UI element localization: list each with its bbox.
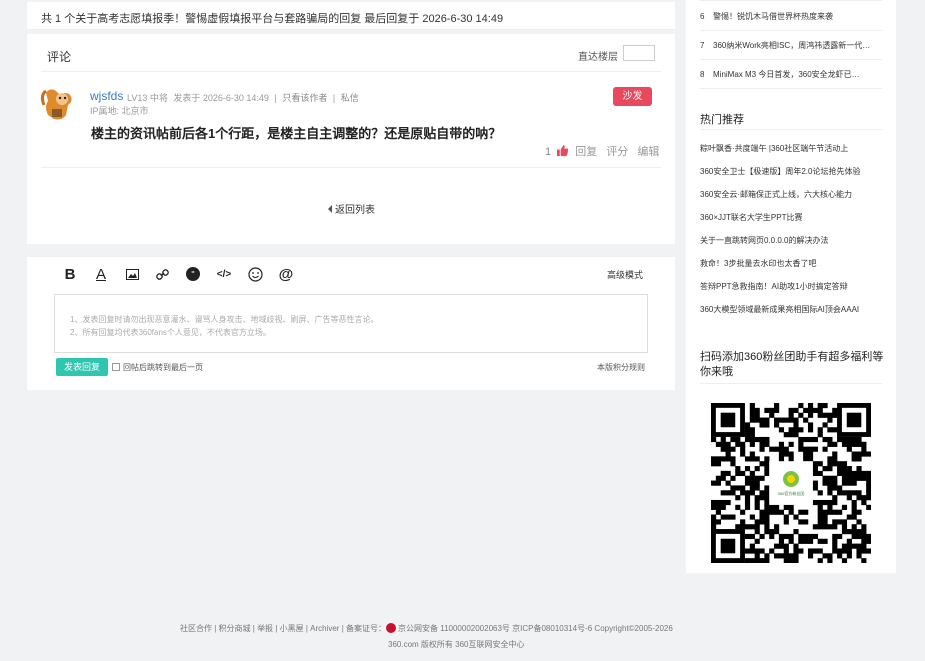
reply-summary-text: 共 1 个关于高考志愿填报季！警惕虚假填报平台与套路骗局的回复 最后回复于 20…	[41, 13, 504, 25]
link-icon[interactable]	[152, 263, 172, 285]
thumbs-up-icon[interactable]	[557, 145, 569, 156]
jump-floor-label: 直达楼层	[578, 52, 618, 63]
divider	[700, 59, 882, 60]
hot-item[interactable]: 答辩PPT急救指南！AI助攻1小时搞定答辩	[700, 281, 848, 292]
code-icon[interactable]: </>	[214, 263, 234, 285]
reply-editor: B A " </> @ 高级模式 1、发表回复时请勿出现恶意灌水、谩骂人身攻击、…	[27, 257, 675, 390]
news-item[interactable]: 7 360纳米Work亮相ISC，周鸿祎透露新一代…	[700, 40, 882, 51]
hot-item[interactable]: 360安全卫士【极速版】周年2.0论坛抢先体验	[700, 166, 860, 177]
jump-floor-input[interactable]	[623, 45, 655, 61]
jump-last-page-checkbox[interactable]	[112, 363, 120, 371]
qr-title: 扫码添加360粉丝团助手有超多福利等你来哦	[700, 351, 884, 378]
jump-last-page-label: 回帖后跳转到最后一页	[123, 363, 203, 372]
footer-copyright-line: 360.com 版权所有 360互联网安全中心	[388, 640, 525, 649]
news-item[interactable]: 6 警惕！锐饥木马借世界杯热度来袭	[700, 11, 882, 22]
reply-content: 楼主的资讯帖前后各1个行距，是楼主自主调整的？还是原贴自带的呐？	[91, 126, 502, 141]
footer-link-blacklist[interactable]: 小黑屋	[280, 624, 304, 633]
floor-badge: 沙发	[613, 87, 652, 106]
hint-line: 2、所有回复均代表360fans个人意见，不代表官方立场。	[70, 328, 271, 337]
avatar[interactable]	[40, 85, 76, 123]
only-author-link[interactable]: 只看该作者	[282, 93, 327, 103]
chevron-left-icon	[328, 205, 332, 213]
private-message-link[interactable]: 私信	[341, 93, 359, 103]
hot-item[interactable]: 360大模型领域最新成果亮相国际AI顶会AAAI	[700, 304, 859, 315]
reply-actions: 1 回复 评分 编辑	[545, 143, 659, 159]
bold-icon[interactable]: B	[60, 263, 80, 285]
hot-item[interactable]: 关于一直跳转网页0.0.0.0的解决办法	[700, 235, 828, 246]
copyright: Copyright©2005-2026	[594, 624, 673, 633]
footer-link-coop[interactable]: 社区合作	[180, 624, 212, 633]
hot-item[interactable]: 360×JJT联名大学生PPT比赛	[700, 212, 802, 223]
footer-link-store[interactable]: 积分商城	[219, 624, 251, 633]
edit-button[interactable]: 编辑	[637, 146, 659, 158]
ip-location: IP属地: 北京市	[90, 106, 149, 116]
rate-button[interactable]: 评分	[606, 146, 628, 158]
back-to-list-label: 返回列表	[335, 205, 375, 216]
divider	[700, 0, 882, 1]
sidebar: 6 警惕！锐饥木马借世界杯热度来袭 7 360纳米Work亮相ISC，周鸿祎透露新一…	[686, 0, 896, 573]
news-item[interactable]: 8 MiniMax M3 今日首发，360安全龙虾已…	[700, 69, 882, 80]
qr-code-image: 360官方粉丝团	[711, 403, 871, 563]
post-meta: LV13 中将 发表于 2026-6-30 14:49 | 只看该作者 | 私信	[127, 93, 359, 103]
credit-rules-link[interactable]: 本版积分规则	[597, 362, 645, 373]
hot-title: 热门推荐	[700, 114, 744, 126]
divider	[700, 88, 882, 89]
qr-center-label: 360官方粉丝团	[778, 490, 805, 496]
comment-section: 评论 直达楼层 wjsfds LV13 中将 发表于 2026-6-30 14:…	[27, 34, 675, 244]
reply-button[interactable]: 回复	[575, 146, 597, 158]
submit-reply-button[interactable]: 发表回复	[56, 358, 108, 376]
footer-link-archiver[interactable]: Archiver	[310, 624, 339, 633]
divider	[700, 383, 882, 384]
divider	[41, 71, 661, 72]
record-label: 备案证号：	[346, 624, 386, 633]
hot-item[interactable]: 360安全云·邮箱保正式上线，六大核心能力	[700, 189, 852, 200]
user-level: LV13 中将	[127, 93, 168, 103]
mention-icon[interactable]: @	[276, 263, 296, 285]
comment-title: 评论	[47, 50, 72, 64]
back-to-list-link[interactable]: 返回列表	[328, 201, 375, 216]
quote-icon[interactable]: "	[183, 263, 203, 285]
svg-text:": "	[191, 270, 194, 280]
divider	[700, 30, 882, 31]
hot-item[interactable]: 救命！3步批量去水印也太香了吧	[700, 258, 816, 269]
font-color-icon[interactable]: A	[91, 263, 111, 285]
reply-summary-bar: 共 1 个关于高考志愿填报季！警惕虚假填报平台与套路骗局的回复 最后回复于 20…	[27, 2, 675, 30]
hint-line: 1、发表回复时请勿出现恶意灌水、谩骂人身攻击、地域歧视、刷屏、广告等恶性言论。	[70, 315, 379, 324]
post-time: 发表于 2026-6-30 14:49	[173, 93, 269, 103]
emoji-icon[interactable]	[245, 263, 265, 285]
username-link[interactable]: wjsfds	[90, 89, 123, 103]
footer-link-report[interactable]: 举报	[257, 624, 273, 633]
divider	[41, 167, 661, 168]
divider	[700, 129, 882, 130]
police-badge-icon	[386, 623, 396, 633]
like-count: 1	[545, 146, 552, 158]
police-record[interactable]: 京公网安备 11000002002063号 京ICP备08010314号-6	[398, 624, 592, 633]
image-icon[interactable]	[122, 263, 142, 285]
reply-textarea[interactable]: 1、发表回复时请勿出现恶意灌水、谩骂人身攻击、地域歧视、刷屏、广告等恶性言论。 …	[54, 294, 648, 353]
hot-item[interactable]: 粽叶飘香·共度端午 |360社区端午节活动上	[700, 143, 848, 154]
footer-links: 社区合作 | 积分商城 | 举报 | 小黑屋 | Archiver | 备案证号…	[180, 623, 673, 633]
advanced-mode-link[interactable]: 高级模式	[607, 268, 643, 281]
